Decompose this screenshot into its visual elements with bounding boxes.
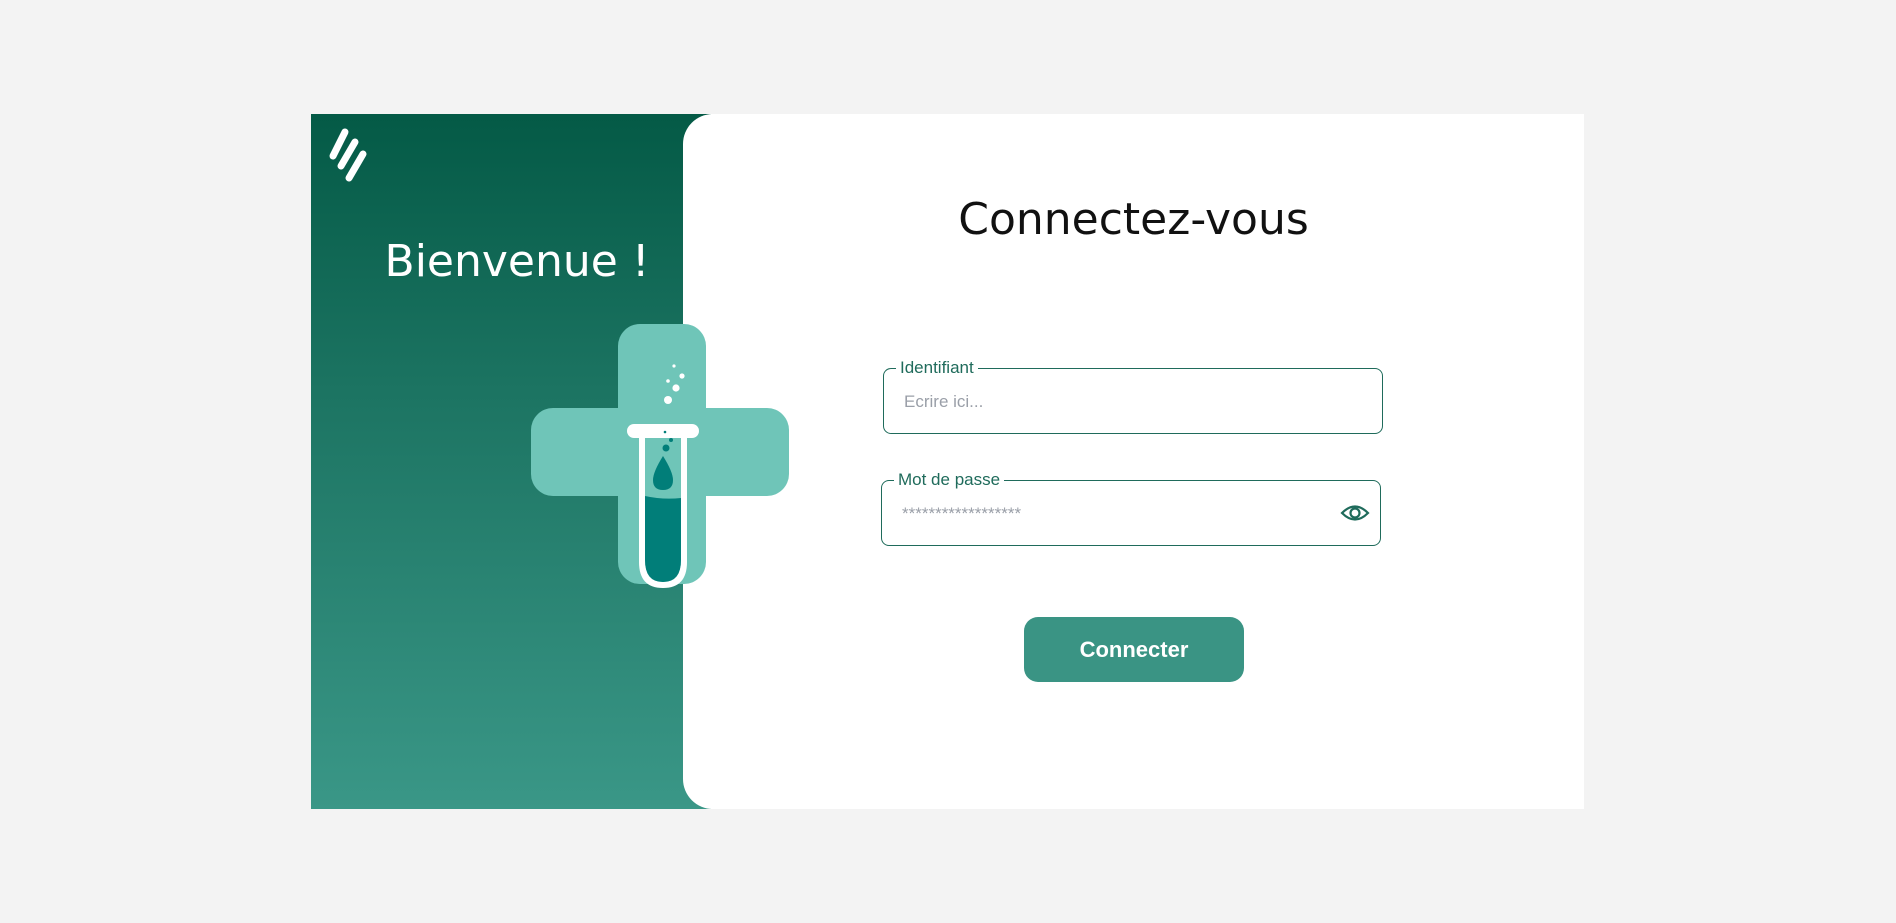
login-card: Bienvenue ! Connectez-vous Identifiant M… xyxy=(311,114,1584,809)
password-field: Mot de passe xyxy=(881,469,1381,547)
logo-stripes-icon xyxy=(329,128,367,182)
username-input[interactable] xyxy=(902,369,1326,435)
username-field: Identifiant xyxy=(883,357,1383,435)
medical-cross-test-tube-icon xyxy=(531,324,789,588)
connect-button[interactable]: Connecter xyxy=(1024,617,1244,682)
welcome-title: Bienvenue ! xyxy=(384,236,650,287)
eye-icon[interactable] xyxy=(1340,500,1370,526)
password-input[interactable] xyxy=(900,481,1324,547)
login-title: Connectez-vous xyxy=(958,194,1309,245)
